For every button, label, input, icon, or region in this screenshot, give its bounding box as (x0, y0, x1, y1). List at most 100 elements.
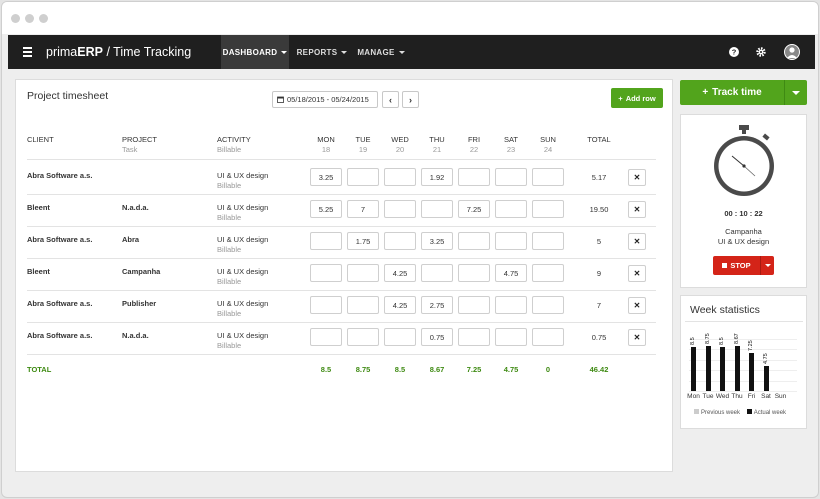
chart-bar (734, 345, 740, 391)
hours-input[interactable] (458, 264, 490, 282)
caret-down-icon (792, 90, 800, 95)
hours-input[interactable]: 3.25 (310, 168, 342, 186)
chart-bar (763, 366, 769, 391)
row-total: 9 (596, 269, 602, 278)
hours-input[interactable] (310, 232, 342, 250)
hours-input[interactable] (421, 264, 453, 282)
hours-input[interactable] (495, 296, 527, 314)
hours-input[interactable] (458, 296, 490, 314)
hours-input[interactable] (532, 328, 564, 346)
hours-input[interactable] (532, 200, 564, 218)
window-dot-icon[interactable] (25, 14, 34, 23)
hours-input[interactable] (495, 232, 527, 250)
row-project: Publisher (122, 299, 157, 308)
divider (27, 258, 656, 259)
hours-input[interactable]: 4.25 (384, 264, 416, 282)
header-activity: ACTIVITY (217, 135, 251, 144)
date-range-picker[interactable]: 05/18/2015 - 05/24/2015 (272, 91, 378, 108)
chart-data-label: 7.25 (748, 340, 754, 352)
hours-input[interactable] (310, 296, 342, 314)
divider (27, 194, 656, 195)
nav-dashboard[interactable]: DASHBOARD (221, 35, 289, 69)
window-dot-icon[interactable] (39, 14, 48, 23)
hours-input[interactable] (495, 200, 527, 218)
header-total: TOTAL (587, 135, 611, 144)
hours-input[interactable] (347, 296, 379, 314)
hours-input[interactable] (421, 200, 453, 218)
hours-input[interactable]: 0.75 (421, 328, 453, 346)
help-icon[interactable]: ? (728, 46, 740, 58)
hours-input[interactable] (458, 232, 490, 250)
track-time-dropdown[interactable] (785, 80, 807, 105)
hours-input[interactable] (458, 328, 490, 346)
row-project: Abra (122, 235, 140, 244)
nav-reports[interactable]: REPORTS (293, 35, 351, 69)
timer-panel: 00 : 10 : 22 Campanha UI & UX design STO… (680, 114, 807, 288)
gear-icon[interactable] (755, 46, 767, 58)
stop-button[interactable]: STOP (713, 256, 774, 275)
hours-input[interactable] (532, 264, 564, 282)
row-billable: Billable (217, 245, 242, 254)
row-billable: Billable (217, 213, 242, 222)
prev-week-button[interactable]: ‹ (382, 91, 399, 108)
stop-dropdown[interactable] (761, 256, 774, 275)
delete-row-button[interactable]: ✕ (628, 169, 646, 186)
row-project: Campanha (122, 267, 161, 276)
window-dot-icon[interactable] (11, 14, 20, 23)
hours-input[interactable]: 4.25 (384, 296, 416, 314)
hours-input[interactable] (347, 328, 379, 346)
hours-input[interactable] (495, 328, 527, 346)
day-total: 0 (545, 365, 551, 374)
menu-icon[interactable] (16, 35, 38, 69)
add-row-button[interactable]: + Add row (611, 88, 663, 108)
app-window: primaERP / Time Tracking DASHBOARD REPOR… (1, 1, 819, 498)
hours-input[interactable]: 1.92 (421, 168, 453, 186)
day-header-name: FRI (467, 135, 481, 144)
avatar[interactable] (784, 44, 800, 60)
delete-row-button[interactable]: ✕ (628, 265, 646, 282)
chart-data-label: 8.5 (690, 337, 696, 345)
nav-manage[interactable]: MANAGE (355, 35, 407, 69)
divider (27, 322, 656, 323)
hours-input[interactable]: 7.25 (458, 200, 490, 218)
browser-chrome (2, 2, 818, 34)
caret-down-icon (764, 264, 771, 267)
hours-input[interactable] (495, 168, 527, 186)
chart-bar (691, 346, 696, 391)
hours-input[interactable]: 1.75 (347, 232, 379, 250)
hours-input[interactable] (458, 168, 490, 186)
row-total: 5.17 (591, 173, 607, 182)
hours-input[interactable] (310, 328, 342, 346)
hours-input[interactable]: 4.75 (495, 264, 527, 282)
hours-input[interactable]: 7 (347, 200, 379, 218)
hours-input[interactable] (347, 168, 379, 186)
hours-input[interactable] (384, 232, 416, 250)
hours-input[interactable] (532, 232, 564, 250)
stop-square-icon (722, 263, 728, 268)
delete-row-button[interactable]: ✕ (628, 233, 646, 250)
day-header-date: 21 (432, 145, 442, 154)
app-title[interactable]: primaERP / Time Tracking (46, 45, 191, 59)
hours-input[interactable] (384, 168, 416, 186)
hours-input[interactable] (384, 328, 416, 346)
chart-bar (720, 346, 725, 391)
brand-prefix: prima (46, 45, 78, 59)
hours-input[interactable] (347, 264, 379, 282)
hours-input[interactable] (310, 264, 342, 282)
hours-input[interactable]: 2.75 (421, 296, 453, 314)
chart-data-label: 8.75 (704, 332, 711, 344)
hours-input[interactable]: 3.25 (421, 232, 453, 250)
next-week-button[interactable]: › (402, 91, 419, 108)
date-range-text: 05/18/2015 - 05/24/2015 (287, 95, 369, 104)
divider (27, 290, 656, 291)
delete-row-button[interactable]: ✕ (628, 329, 646, 346)
hours-input[interactable]: 5.25 (310, 200, 342, 218)
day-header-name: SAT (503, 135, 519, 144)
delete-row-button[interactable]: ✕ (628, 297, 646, 314)
delete-row-button[interactable]: ✕ (628, 201, 646, 218)
hours-input[interactable] (532, 168, 564, 186)
hours-input[interactable] (384, 200, 416, 218)
track-time-button[interactable]: + Track time (680, 80, 807, 105)
legend-previous: Previous week (701, 410, 741, 416)
hours-input[interactable] (532, 296, 564, 314)
